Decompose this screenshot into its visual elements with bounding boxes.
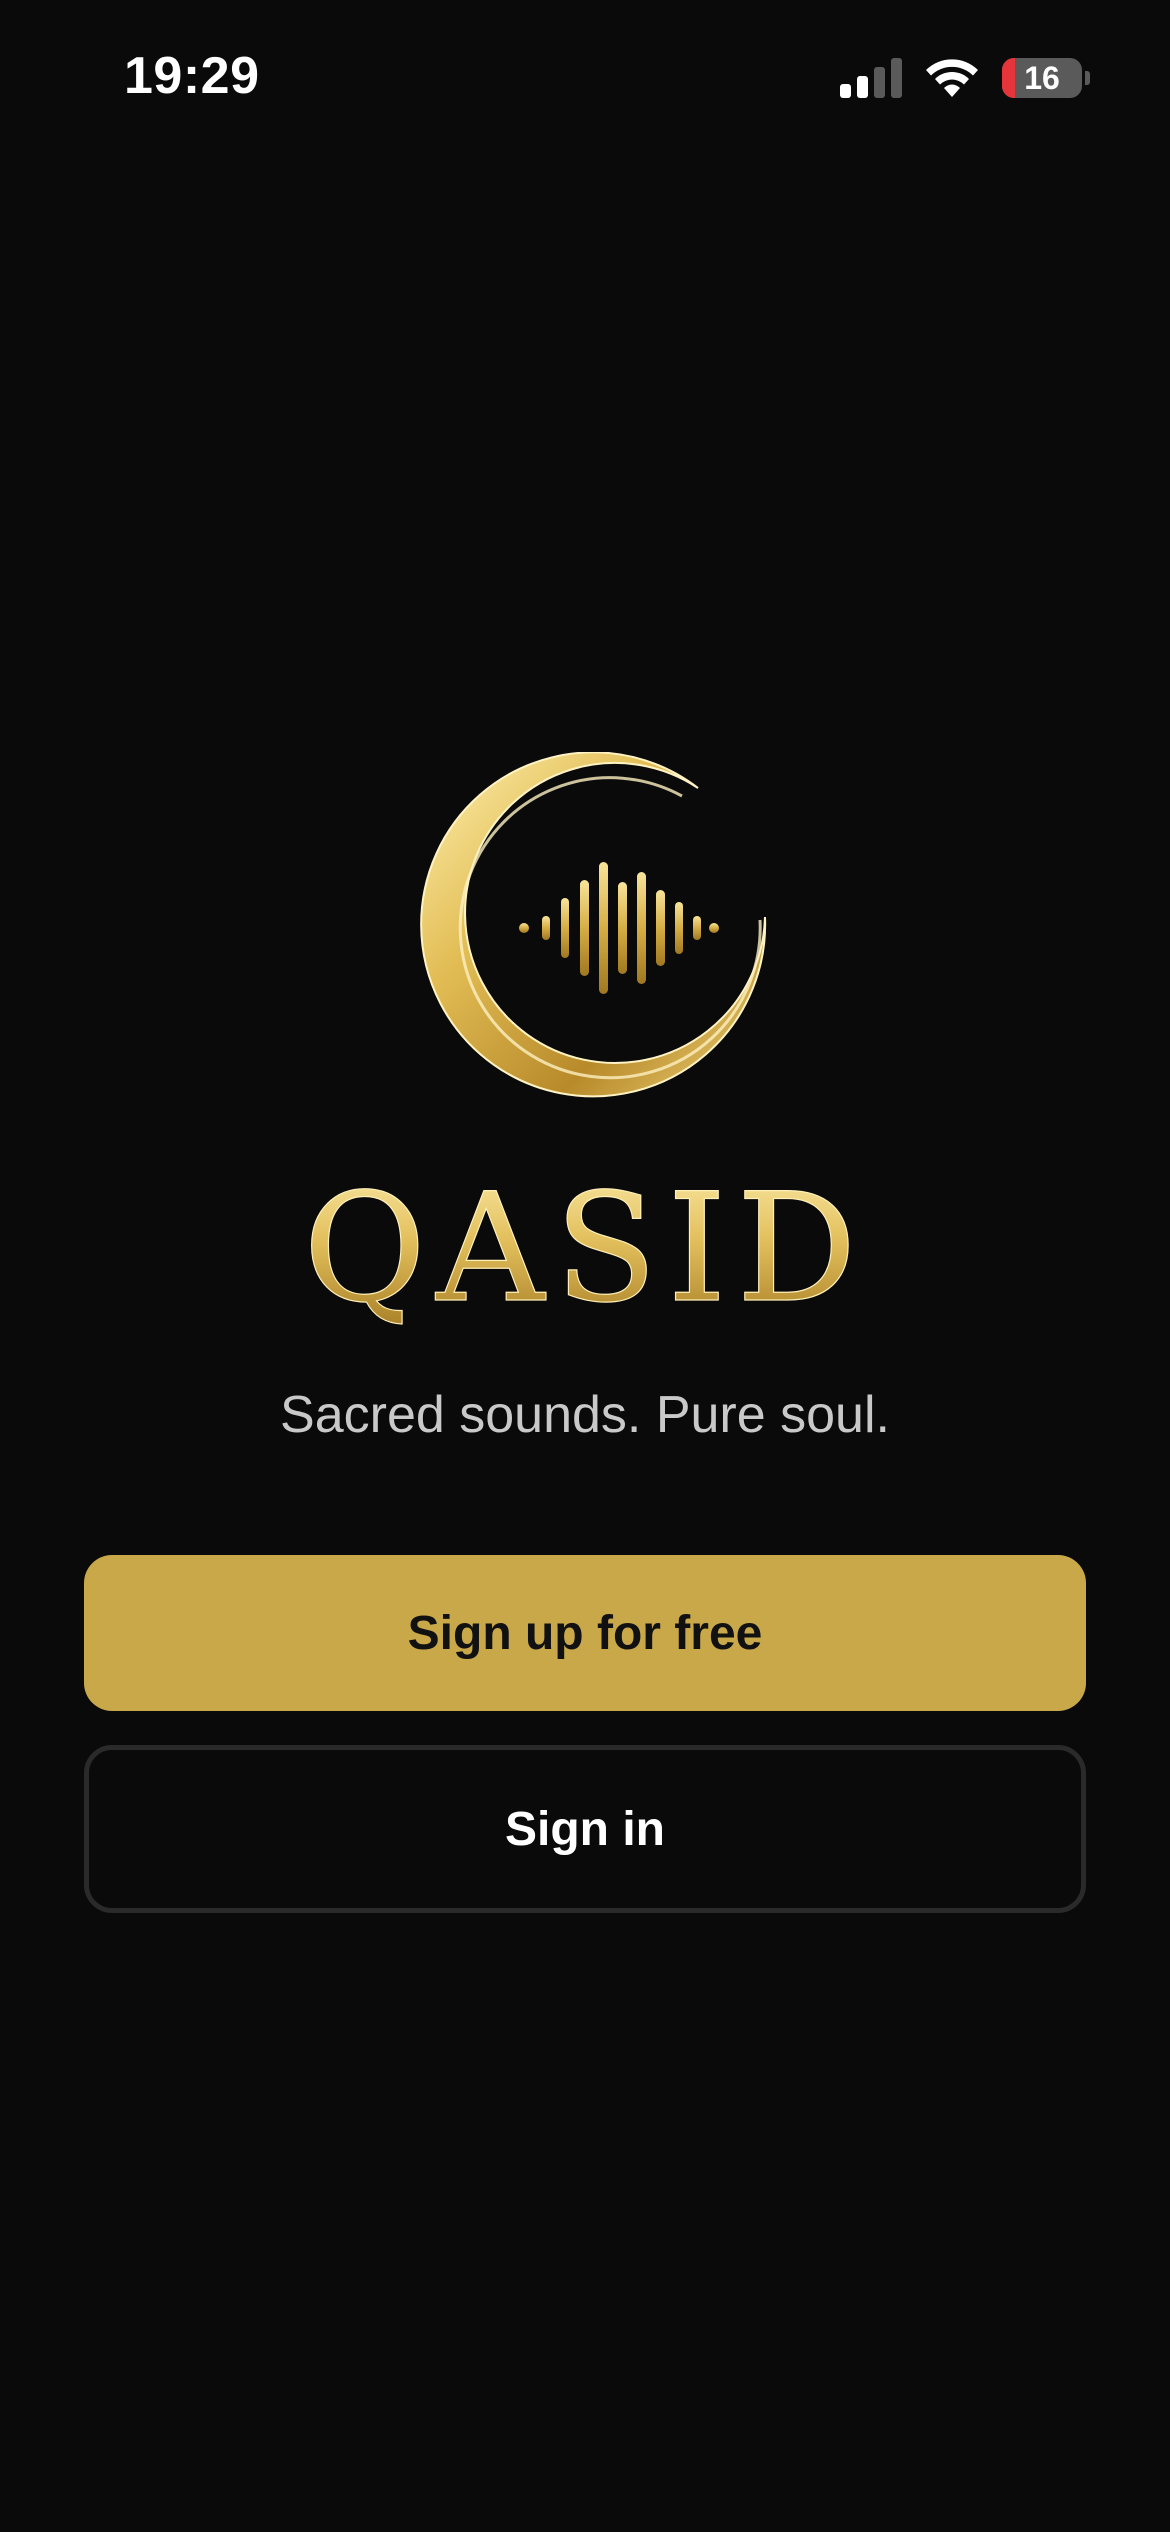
- crescent-soundwave-logo: [420, 752, 767, 1098]
- battery-cap: [1085, 71, 1090, 85]
- cellular-signal-icon: [840, 58, 902, 98]
- brand-name: QASID: [303, 1162, 867, 1336]
- brand-wordmark: QASID: [303, 1161, 867, 1336]
- wifi-icon: [926, 59, 978, 97]
- soundwave-bars: [519, 862, 719, 994]
- sign-in-label: Sign in: [505, 1802, 665, 1856]
- status-indicators: 16: [840, 54, 1090, 102]
- sign-up-button[interactable]: Sign up for free: [84, 1555, 1086, 1711]
- status-time: 19:29: [124, 47, 260, 105]
- sign-in-button[interactable]: Sign in: [84, 1745, 1086, 1913]
- status-bar: 19:29 16: [0, 0, 1170, 150]
- battery-icon: 16: [1002, 58, 1082, 98]
- battery-fill: [1002, 58, 1015, 98]
- brand-tagline: Sacred sounds. Pure soul.: [280, 1386, 890, 1444]
- sign-up-label: Sign up for free: [407, 1606, 763, 1660]
- battery-level: 16: [1024, 60, 1060, 96]
